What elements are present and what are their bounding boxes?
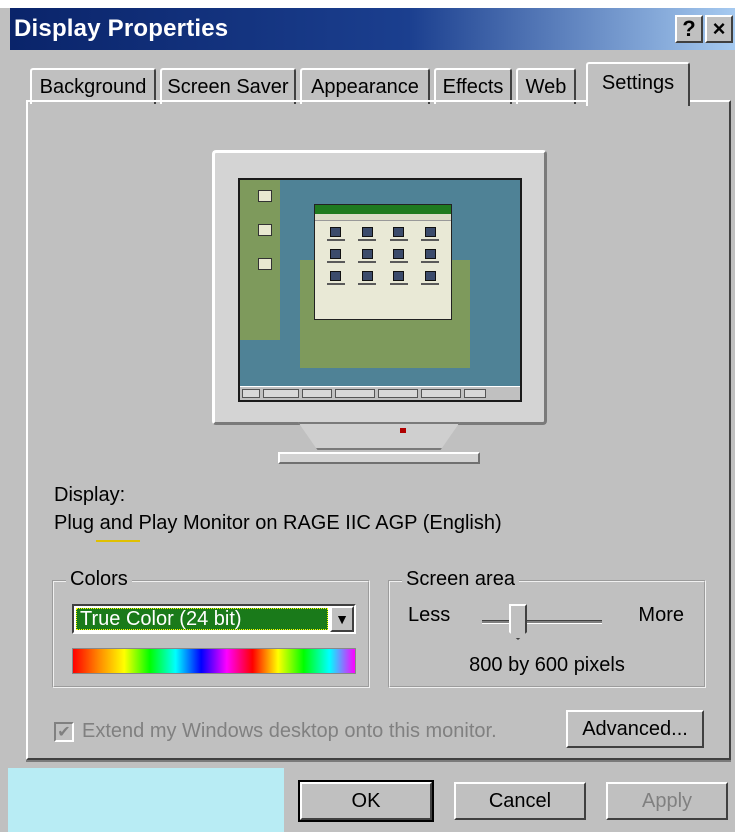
extend-desktop-row: ✔ Extend my Windows desktop onto this mo… xyxy=(54,720,497,743)
preview-clock xyxy=(464,389,486,398)
resolution-slider-thumb[interactable] xyxy=(509,604,527,640)
preview-icon xyxy=(416,249,446,267)
resolution-slider-track[interactable] xyxy=(482,620,602,624)
monitor-preview xyxy=(212,150,547,425)
preview-icon xyxy=(384,271,414,289)
tab-strip: Background Screen Saver Appearance Effec… xyxy=(30,62,730,106)
tab-web[interactable]: Web xyxy=(516,68,576,104)
preview-icon xyxy=(384,249,414,267)
preview-window-menu xyxy=(315,214,451,221)
display-label: Display: xyxy=(54,484,126,506)
preview-icon xyxy=(416,271,446,289)
tab-appearance[interactable]: Appearance xyxy=(300,68,430,104)
colors-group: Colors True Color (24 bit) ▼ xyxy=(52,568,370,688)
colors-select[interactable]: True Color (24 bit) ▼ xyxy=(72,604,356,634)
extend-desktop-checkbox[interactable]: ✔ xyxy=(54,721,74,742)
chevron-down-icon[interactable]: ▼ xyxy=(330,606,354,632)
tab-background[interactable]: Background xyxy=(30,68,156,104)
colors-selected-value[interactable]: True Color (24 bit) xyxy=(76,608,328,630)
display-device-name: Plug and Play Monitor on RAGE IIC AGP (E… xyxy=(54,512,502,534)
close-button[interactable]: × xyxy=(705,15,733,43)
help-button[interactable]: ? xyxy=(675,15,703,43)
highlight-region xyxy=(8,768,284,832)
preview-window-titlebar xyxy=(315,205,451,214)
window-title: Display Properties xyxy=(14,15,229,42)
screen-area-group: Screen area Less More 800 by 600 pixels xyxy=(388,568,706,688)
tab-screen-saver[interactable]: Screen Saver xyxy=(160,68,296,104)
more-label: More xyxy=(638,604,684,626)
title-bar: Display Properties ? × xyxy=(10,8,735,50)
screen-area-legend: Screen area xyxy=(402,568,519,591)
extend-desktop-label: Extend my Windows desktop onto this moni… xyxy=(82,720,497,742)
preview-task-item xyxy=(378,389,418,398)
preview-icon xyxy=(321,249,351,267)
preview-taskbar xyxy=(240,386,520,400)
cancel-button[interactable]: Cancel xyxy=(454,782,586,820)
preview-task-item xyxy=(263,389,299,398)
preview-icon xyxy=(321,227,351,245)
tab-settings[interactable]: Settings xyxy=(586,62,690,106)
desktop-icon-my-computer xyxy=(248,190,282,204)
preview-task-item xyxy=(302,389,332,398)
preview-icon xyxy=(416,227,446,245)
preview-icon xyxy=(353,227,383,245)
monitor-stand-base xyxy=(278,452,480,464)
apply-button[interactable]: Apply xyxy=(606,782,728,820)
color-spectrum-preview xyxy=(72,648,356,674)
preview-task-item xyxy=(421,389,461,398)
preview-task-item xyxy=(335,389,375,398)
desktop-icon-recycle-bin xyxy=(248,258,282,272)
ok-button[interactable]: OK xyxy=(298,780,434,822)
preview-icon-grid xyxy=(315,221,451,295)
preview-icon xyxy=(353,271,383,289)
preview-icon xyxy=(384,227,414,245)
preview-window xyxy=(314,204,452,320)
panel-bottom-edge xyxy=(26,760,731,762)
desktop-icon-network xyxy=(248,224,282,238)
preview-start-button xyxy=(242,389,260,398)
tab-effects[interactable]: Effects xyxy=(434,68,512,104)
monitor-stand-neck xyxy=(298,422,460,450)
preview-icon xyxy=(321,271,351,289)
preview-icon xyxy=(353,249,383,267)
colors-legend: Colors xyxy=(66,568,132,591)
advanced-button[interactable]: Advanced... xyxy=(566,710,704,748)
accelerator-underline xyxy=(96,540,140,542)
resolution-text: 800 by 600 pixels xyxy=(469,654,625,676)
power-led-icon xyxy=(400,428,406,433)
monitor-screen xyxy=(238,178,522,402)
less-label: Less xyxy=(408,604,451,626)
